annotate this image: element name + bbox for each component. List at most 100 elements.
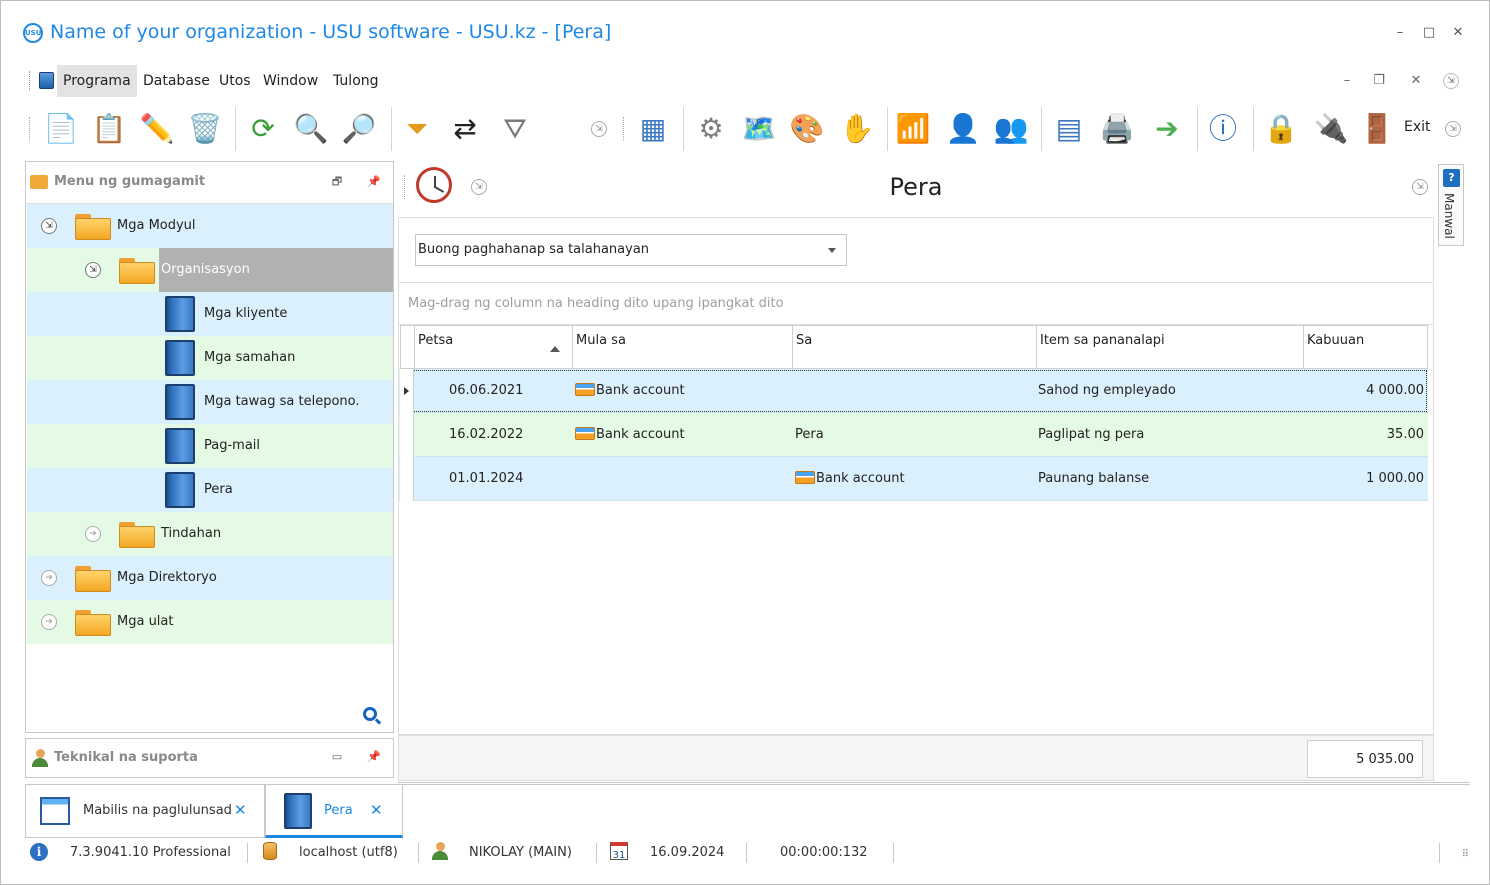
tree-item-label: Mga tawag sa telepono. xyxy=(204,394,360,409)
menu-utos[interactable]: Utos xyxy=(213,65,257,97)
period-select[interactable]: Buong paghahanap sa talahanayan xyxy=(415,234,847,266)
minimize-button[interactable]: – xyxy=(1392,25,1408,41)
column-label: Mula sa xyxy=(576,333,626,348)
printer-icon[interactable]: 🖨️ xyxy=(1097,108,1137,150)
map-icon[interactable]: 🗺️ xyxy=(739,108,779,150)
mdi-minimize-button[interactable]: – xyxy=(1339,73,1355,89)
tree-item-organisasyon[interactable]: ⇲ Organisasyon xyxy=(27,248,393,292)
float-panel-button[interactable]: 🗗 xyxy=(329,174,345,190)
info-icon[interactable]: ⓘ xyxy=(1203,108,1243,150)
row-indicator-header xyxy=(400,325,415,369)
tree-item-mga-samahan[interactable]: Mga samahan xyxy=(27,336,393,380)
manual-side-tab[interactable]: ? Manwal xyxy=(1438,164,1464,246)
mdi-close-button[interactable]: ✕ xyxy=(1408,73,1424,89)
close-button[interactable]: ✕ xyxy=(1450,25,1466,41)
calendar-icon: 31 xyxy=(610,842,628,861)
close-tab-icon[interactable]: ✕ xyxy=(370,801,383,819)
exit-button[interactable]: Exit xyxy=(1404,119,1431,135)
new-document-icon[interactable]: 📄 xyxy=(41,108,81,150)
horizontal-splitter[interactable] xyxy=(398,782,1470,785)
book-icon xyxy=(165,340,195,376)
tree-item-tindahan[interactable]: ➔ Tindahan xyxy=(27,512,393,556)
menu-grip[interactable] xyxy=(29,71,32,91)
pin-panel-button[interactable]: 📌 xyxy=(366,174,382,190)
user-key-icon[interactable]: 👤 xyxy=(943,108,983,150)
tree-item-mga-direktoryo[interactable]: ➔ Mga Direktoryo xyxy=(27,556,393,600)
tab-pera[interactable]: Pera ✕ xyxy=(265,784,403,838)
delete-icon[interactable]: 🗑️ xyxy=(185,108,225,150)
table-row[interactable]: 01.01.2024 Bank account Paunang balanse … xyxy=(399,457,1428,501)
menu-database[interactable]: Database xyxy=(137,65,216,97)
tab-mabilis-na-paglulunsad[interactable]: Mabilis na paglulunsad ✕ xyxy=(25,784,265,838)
mdi-restore-button[interactable]: ❐ xyxy=(1371,73,1387,89)
tree-item-pera[interactable]: Pera xyxy=(27,468,393,512)
tree-item-mga-kliyente[interactable]: Mga kliyente xyxy=(27,292,393,336)
menu-tulong[interactable]: Tulong xyxy=(327,65,385,97)
column-header-mula-sa[interactable]: Mula sa xyxy=(573,325,793,369)
toolbar-grip[interactable] xyxy=(623,117,626,141)
copy-icon[interactable]: 📋 xyxy=(89,108,129,150)
column-header-sa[interactable]: Sa xyxy=(793,325,1037,369)
toolbar-separator xyxy=(391,107,392,151)
filter-check-icon[interactable]: ⛛ xyxy=(495,108,535,150)
resize-grip-icon[interactable]: ⠿ xyxy=(1462,849,1469,860)
forward-icon[interactable]: ➔ xyxy=(1147,108,1187,150)
column-header-kabuuan[interactable]: Kabuuan xyxy=(1304,325,1428,369)
tech-support-panel[interactable]: Teknikal na suporta ▭ 📌 xyxy=(25,738,394,778)
collapse-icon[interactable]: ⇲ xyxy=(85,262,101,278)
menu-window[interactable]: Window xyxy=(257,65,324,97)
expand-icon[interactable]: ➔ xyxy=(41,570,57,586)
hand-icon[interactable]: ✋ xyxy=(837,108,877,150)
folder-icon xyxy=(119,520,155,548)
table-row[interactable]: 16.02.2022 Bank account Pera Paglipat ng… xyxy=(399,413,1428,457)
chevron-down-icon xyxy=(828,248,836,253)
advanced-search-icon[interactable]: 🔎 xyxy=(339,108,379,150)
tree-item-mga-tawag[interactable]: Mga tawag sa telepono. xyxy=(27,380,393,424)
close-tab-icon[interactable]: ✕ xyxy=(234,801,247,819)
menu-search-icon[interactable] xyxy=(363,707,377,721)
toolbar-grip[interactable] xyxy=(29,117,32,141)
color-wheel-icon[interactable]: 🎨 xyxy=(787,108,827,150)
header-options-right-icon[interactable]: ⇲ xyxy=(1412,179,1428,195)
lock-icon[interactable]: 🔒 xyxy=(1261,108,1301,150)
table-icon[interactable]: ▤ xyxy=(1049,108,1089,150)
toolbar-options-icon[interactable]: ⇲ xyxy=(591,121,607,137)
refresh-icon[interactable]: ⟳ xyxy=(243,108,283,150)
filter-move-icon[interactable]: ⇄ xyxy=(445,108,485,150)
folder-icon xyxy=(75,564,111,592)
tree-item-mga-modyul[interactable]: ⇲ Mga Modyul xyxy=(27,204,393,248)
user-menu-panel: Menu ng gumagamit 🗗 📌 ⇲ Mga Modyul ⇲ Org… xyxy=(25,161,394,733)
group-panel[interactable]: Mag-drag ng column na heading dito upang… xyxy=(398,283,1434,325)
tree-item-mga-ulat[interactable]: ➔ Mga ulat xyxy=(27,600,393,644)
column-header-petsa[interactable]: Petsa xyxy=(415,325,573,369)
tree-item-label: Mga Modyul xyxy=(117,218,196,233)
users-icon[interactable]: 👥 xyxy=(991,108,1031,150)
menu-programa[interactable]: Programa xyxy=(57,65,137,97)
user-menu-title: Menu ng gumagamit xyxy=(54,174,206,189)
edit-icon[interactable]: ✏️ xyxy=(137,108,177,150)
tree-item-pag-mail[interactable]: Pag-mail xyxy=(27,424,393,468)
search-icon[interactable]: 🔍 xyxy=(291,108,331,150)
maximize-button[interactable]: □ xyxy=(1421,25,1437,41)
menu-options-icon[interactable]: ⇲ xyxy=(1443,73,1459,89)
filter-icon[interactable]: ⏷ xyxy=(397,108,437,150)
main-header: ⇲ Pera ⇲ xyxy=(398,161,1434,216)
collapse-icon[interactable]: ⇲ xyxy=(41,218,57,234)
book-icon xyxy=(165,296,195,332)
rss-icon[interactable]: 📶 xyxy=(893,108,933,150)
tree-item-label: Organisasyon xyxy=(161,262,250,277)
grid-view-icon[interactable]: ▦ xyxy=(633,108,673,150)
tree-item-label: Tindahan xyxy=(161,526,222,541)
gear-icon[interactable]: ⚙ xyxy=(691,108,731,150)
app-menu-icon[interactable] xyxy=(39,72,54,89)
expand-icon[interactable]: ➔ xyxy=(85,526,101,542)
tech-minimize-button[interactable]: ▭ xyxy=(329,749,345,765)
column-header-item[interactable]: Item sa pananalapi xyxy=(1037,325,1304,369)
plug-icon[interactable]: 🔌 xyxy=(1311,108,1351,150)
exit-icon[interactable]: 🚪 xyxy=(1357,108,1397,150)
tech-pin-button[interactable]: 📌 xyxy=(366,749,382,765)
expand-icon[interactable]: ➔ xyxy=(41,614,57,630)
table-row[interactable]: 06.06.2021 Bank account Sahod ng empleya… xyxy=(399,369,1428,413)
status-separator xyxy=(746,843,747,863)
toolbar-options-icon[interactable]: ⇲ xyxy=(1445,121,1461,137)
